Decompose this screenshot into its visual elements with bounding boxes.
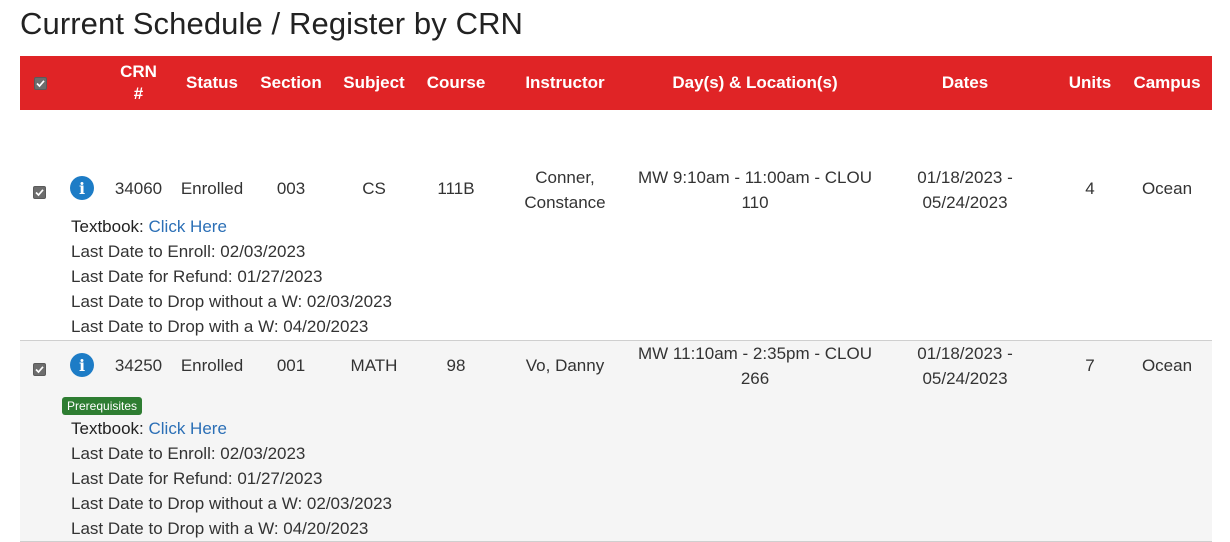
info-icon[interactable]: i bbox=[70, 353, 94, 377]
last-date-enroll: Last Date to Enroll: 02/03/2023 bbox=[71, 444, 306, 463]
textbook-line: Textbook: Click Here bbox=[71, 214, 392, 239]
textbook-link[interactable]: Click Here bbox=[149, 419, 227, 438]
header-crn[interactable]: CRN # bbox=[110, 56, 167, 110]
textbook-link[interactable]: Click Here bbox=[149, 217, 227, 236]
cell-units: 4 bbox=[1085, 179, 1095, 198]
checkbox-checked-icon bbox=[33, 76, 47, 90]
header-campus[interactable]: Campus bbox=[1128, 56, 1206, 110]
cell-course: 111B bbox=[437, 179, 475, 198]
header-days-locations[interactable]: Day(s) & Location(s) bbox=[630, 56, 880, 110]
cell-campus: Ocean bbox=[1141, 179, 1193, 198]
cell-dates: 01/18/2023 - 05/24/2023 bbox=[917, 344, 1013, 388]
cell-crn: 34060 bbox=[114, 179, 163, 198]
table-row: i 34060 Enrolled 003 CS 111B Conner, Con… bbox=[20, 110, 1212, 341]
checkbox-checked-icon bbox=[33, 363, 46, 376]
cell-campus: Ocean bbox=[1141, 356, 1193, 375]
textbook-label: Textbook: bbox=[71, 217, 144, 236]
table-header: CRN # Status Section Subject Course Inst… bbox=[20, 56, 1212, 110]
schedule-table: CRN # Status Section Subject Course Inst… bbox=[20, 56, 1212, 542]
cell-status: Enrolled bbox=[180, 356, 244, 375]
last-date-drop-with-w: Last Date to Drop with a W: 04/20/2023 bbox=[71, 317, 369, 336]
cell-days-locations: MW 9:10am - 11:00am - CLOU 110 bbox=[638, 168, 872, 212]
cell-section: 003 bbox=[276, 179, 306, 198]
header-status[interactable]: Status bbox=[177, 56, 247, 110]
cell-units: 7 bbox=[1085, 356, 1095, 375]
info-icon[interactable]: i bbox=[70, 176, 94, 200]
cell-subject: MATH bbox=[350, 356, 398, 375]
row-select-checkbox[interactable] bbox=[33, 363, 46, 376]
last-date-drop-without-w: Last Date to Drop without a W: 02/03/202… bbox=[71, 494, 392, 513]
textbook-line: Textbook: Click Here bbox=[71, 416, 392, 441]
cell-course: 98 bbox=[446, 356, 466, 375]
cell-section: 001 bbox=[276, 356, 306, 375]
prerequisites-badge[interactable]: Prerequisites bbox=[62, 397, 143, 415]
select-all-checkbox[interactable] bbox=[33, 56, 47, 110]
cell-instructor: Conner, Constance bbox=[524, 168, 606, 212]
last-date-drop-without-w: Last Date to Drop without a W: 02/03/202… bbox=[71, 292, 392, 311]
course-details: Textbook: Click Here Last Date to Enroll… bbox=[71, 416, 392, 541]
last-date-refund: Last Date for Refund: 01/27/2023 bbox=[71, 469, 323, 488]
header-instructor[interactable]: Instructor bbox=[510, 56, 620, 110]
course-details: Textbook: Click Here Last Date to Enroll… bbox=[71, 214, 392, 339]
header-section[interactable]: Section bbox=[256, 56, 326, 110]
row-select-checkbox[interactable] bbox=[33, 186, 46, 199]
header-dates[interactable]: Dates bbox=[900, 56, 1030, 110]
page-title: Current Schedule / Register by CRN bbox=[20, 6, 524, 41]
textbook-label: Textbook: bbox=[71, 419, 144, 438]
last-date-enroll: Last Date to Enroll: 02/03/2023 bbox=[71, 242, 306, 261]
cell-dates: 01/18/2023 - 05/24/2023 bbox=[917, 168, 1013, 212]
cell-status: Enrolled bbox=[180, 179, 244, 198]
table-row: i 34250 Enrolled 001 MATH 98 Vo, Danny M… bbox=[20, 341, 1212, 542]
cell-days-locations: MW 11:10am - 2:35pm - CLOU 266 bbox=[638, 344, 872, 388]
checkbox-checked-icon bbox=[33, 186, 46, 199]
cell-crn: 34250 bbox=[114, 356, 163, 375]
cell-instructor: Vo, Danny bbox=[525, 356, 605, 375]
cell-subject: CS bbox=[362, 179, 386, 198]
header-subject[interactable]: Subject bbox=[338, 56, 410, 110]
header-units[interactable]: Units bbox=[1060, 56, 1120, 110]
header-course[interactable]: Course bbox=[420, 56, 492, 110]
last-date-refund: Last Date for Refund: 01/27/2023 bbox=[71, 267, 323, 286]
last-date-drop-with-w: Last Date to Drop with a W: 04/20/2023 bbox=[71, 519, 369, 538]
